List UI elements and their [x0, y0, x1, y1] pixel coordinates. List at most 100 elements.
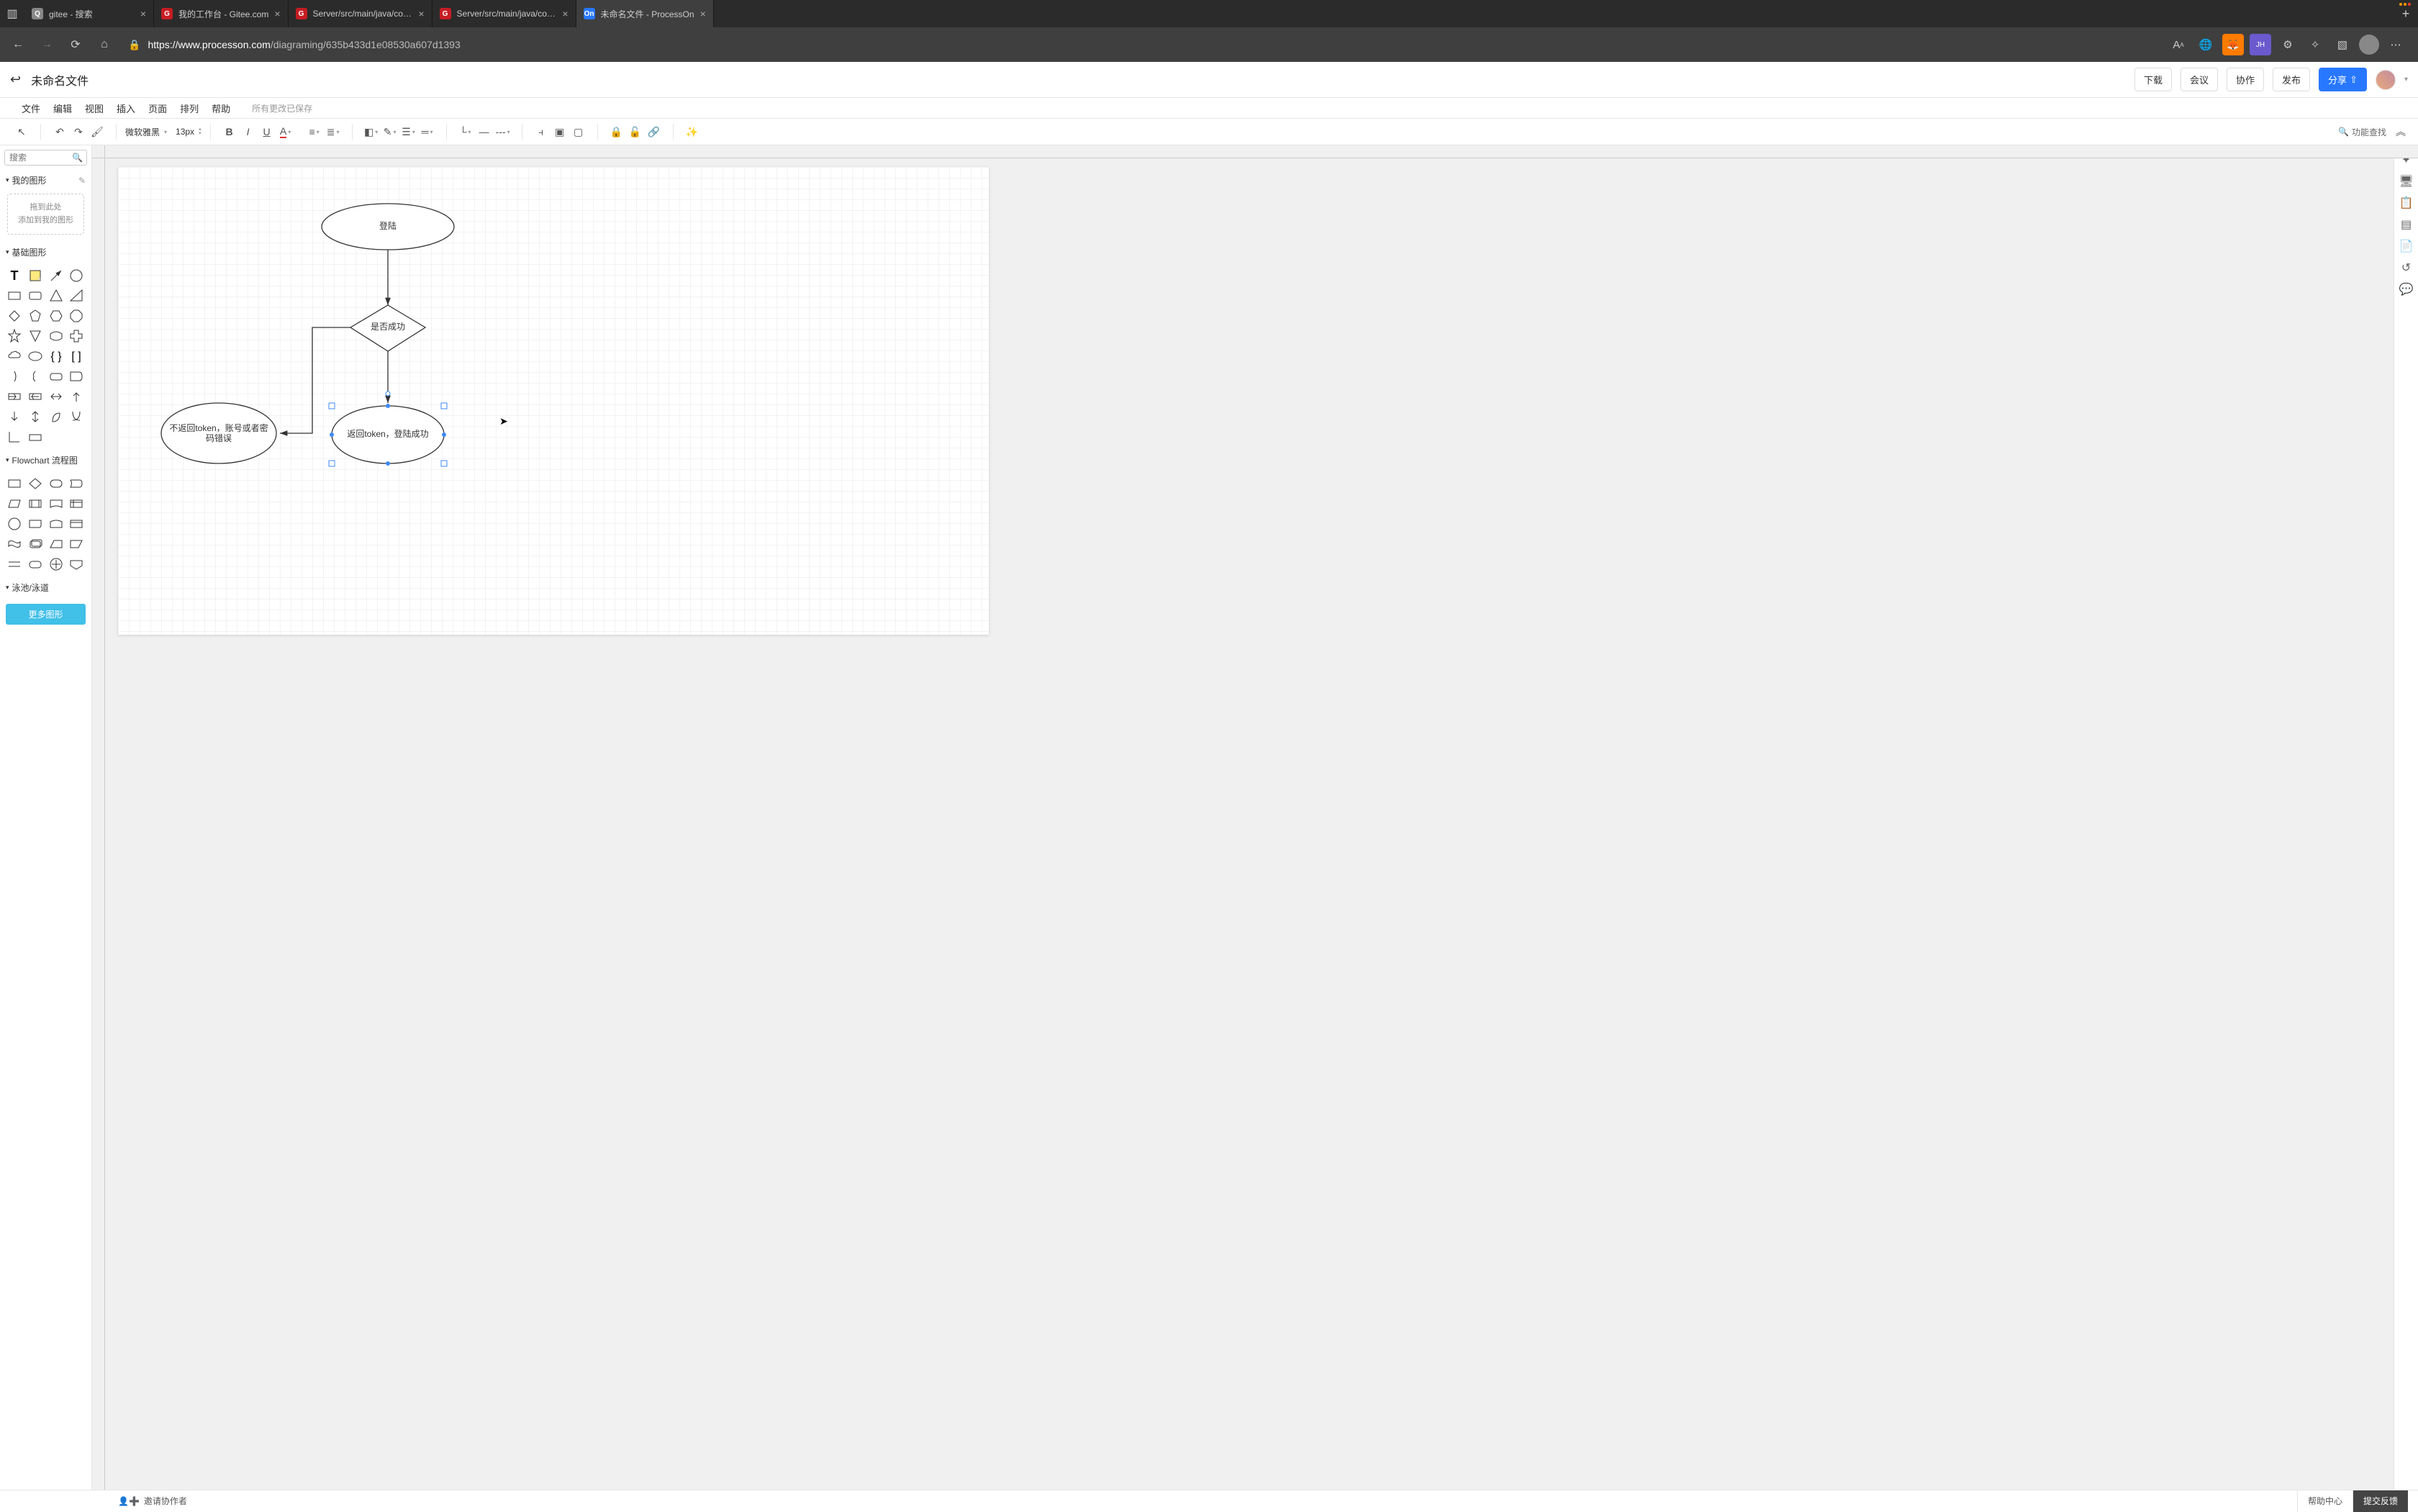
back-button[interactable]: ←: [6, 32, 30, 57]
underline-icon[interactable]: U: [258, 123, 276, 140]
my-shapes-header[interactable]: ▾ 我的图形 ✎: [0, 170, 91, 191]
browser-tab[interactable]: GServer/src/main/java/com/null…×: [289, 0, 433, 27]
unlock-icon[interactable]: 🔓: [627, 123, 644, 140]
flowchart-shape[interactable]: [6, 515, 23, 533]
basic-shape[interactable]: [27, 327, 44, 345]
user-avatar[interactable]: [2376, 70, 2396, 90]
flowchart-shape[interactable]: [6, 495, 23, 512]
flowchart-shape[interactable]: [47, 515, 65, 533]
basic-shape[interactable]: [47, 267, 65, 284]
extensions-icon[interactable]: ⚙: [2277, 34, 2299, 55]
user-menu-caret-icon[interactable]: ▾: [2404, 76, 2408, 83]
tab-close-icon[interactable]: ×: [562, 8, 568, 19]
flowchart-shape[interactable]: [27, 475, 44, 492]
flowchart-shape[interactable]: [68, 515, 85, 533]
basic-shape[interactable]: [6, 348, 23, 365]
flowchart-shape[interactable]: [27, 495, 44, 512]
basic-shape[interactable]: [27, 408, 44, 425]
font-color-icon[interactable]: A▾: [277, 123, 294, 140]
more-shapes-button[interactable]: 更多图形: [6, 604, 86, 625]
basic-shape[interactable]: [6, 388, 23, 405]
flowchart-shape[interactable]: [47, 475, 65, 492]
line-style-icon[interactable]: ═▾: [419, 123, 436, 140]
flowchart-shape[interactable]: [68, 535, 85, 553]
favorites-icon[interactable]: ✧: [2304, 34, 2326, 55]
basic-shape[interactable]: T: [6, 267, 23, 284]
menu-item[interactable]: 帮助: [212, 101, 230, 115]
bring-front-icon[interactable]: ▣: [551, 123, 569, 140]
format-painter-icon[interactable]: 🖌: [89, 123, 106, 140]
invite-collaborator-button[interactable]: 👤➕ 邀请协作者: [118, 1495, 187, 1507]
basic-shape[interactable]: [68, 368, 85, 385]
history-icon[interactable]: ↺: [2396, 258, 2417, 278]
more-icon[interactable]: ⋯: [2385, 34, 2406, 55]
connection-point[interactable]: [386, 461, 390, 466]
browser-tab[interactable]: GServer/src/main/java/com/null…×: [433, 0, 576, 27]
line-width-icon[interactable]: ☰▾: [400, 123, 417, 140]
basic-shape[interactable]: [6, 428, 23, 445]
selection-handle[interactable]: [441, 461, 447, 466]
menu-item[interactable]: 排列: [180, 101, 199, 115]
basic-shape[interactable]: [47, 368, 65, 385]
flowchart-shapes-header[interactable]: ▾ Flowchart 流程图: [0, 450, 91, 471]
basic-shape[interactable]: [47, 327, 65, 345]
lane-shapes-header[interactable]: ▾ 泳池/泳道: [0, 577, 91, 598]
menu-item[interactable]: 视图: [85, 101, 104, 115]
menu-item[interactable]: 文件: [22, 101, 40, 115]
home-button[interactable]: ⌂: [92, 32, 117, 57]
basic-shape[interactable]: { }: [47, 348, 65, 365]
basic-shapes-header[interactable]: ▾ 基础图形: [0, 242, 91, 263]
clipboard-icon[interactable]: 📋: [2396, 193, 2417, 213]
profile-avatar[interactable]: [2359, 35, 2379, 55]
tab-close-icon[interactable]: ×: [274, 8, 280, 19]
basic-shape[interactable]: [68, 307, 85, 325]
send-back-icon[interactable]: ▢: [570, 123, 587, 140]
tab-close-icon[interactable]: ×: [700, 8, 706, 19]
align-icon[interactable]: ≡▾: [306, 123, 323, 140]
connector-type-icon[interactable]: └▾: [457, 123, 474, 140]
basic-shape[interactable]: [68, 287, 85, 304]
font-family-select[interactable]: 微软雅黑▾: [122, 125, 170, 140]
menu-item[interactable]: 页面: [148, 101, 167, 115]
feature-search[interactable]: 🔍功能查找: [2338, 126, 2386, 138]
basic-shape[interactable]: [47, 287, 65, 304]
magic-icon[interactable]: ✨: [684, 123, 701, 140]
flowchart-shape[interactable]: [6, 535, 23, 553]
browser-tab[interactable]: G我的工作台 - Gitee.com×: [154, 0, 289, 27]
basic-shape[interactable]: [47, 388, 65, 405]
align-objects-icon[interactable]: ⫞: [533, 123, 550, 140]
flowchart-shape[interactable]: [47, 495, 65, 512]
ext-icon-1[interactable]: 🦊: [2222, 34, 2244, 55]
connection-point[interactable]: [442, 433, 446, 437]
flowchart-shape[interactable]: [47, 556, 65, 573]
download-button[interactable]: 下载: [2134, 68, 2172, 91]
basic-shape[interactable]: [6, 368, 23, 385]
basic-shape[interactable]: [27, 428, 44, 445]
meeting-button[interactable]: 会议: [2181, 68, 2218, 91]
link-icon[interactable]: 🔗: [646, 123, 663, 140]
basic-shape[interactable]: [6, 307, 23, 325]
flowchart-shape[interactable]: [27, 556, 44, 573]
flowchart-shape[interactable]: [27, 535, 44, 553]
tab-close-icon[interactable]: ×: [140, 8, 146, 19]
translate-icon[interactable]: 🌐: [2195, 34, 2216, 55]
menu-item[interactable]: 插入: [117, 101, 135, 115]
flowchart-shape[interactable]: [68, 556, 85, 573]
feedback-button[interactable]: 提交反馈: [2353, 1490, 2408, 1512]
my-shapes-dropzone[interactable]: 拖到此处 添加到我的图形: [7, 194, 84, 235]
flowchart-shape[interactable]: [6, 475, 23, 492]
page-icon[interactable]: 📄: [2396, 236, 2417, 256]
font-size-select[interactable]: 13px▴▾: [173, 125, 204, 138]
ext-icon-2[interactable]: JH: [2250, 34, 2271, 55]
selection-handle[interactable]: [329, 403, 335, 409]
diagram-page[interactable]: 登陆 是否成功 不返回token，账号或者密 码错误 返回token，登陆成功: [118, 167, 989, 635]
selection-handle[interactable]: [441, 403, 447, 409]
tab-close-icon[interactable]: ×: [418, 8, 424, 19]
app-back-icon[interactable]: ↩: [10, 72, 21, 87]
connection-point[interactable]: [330, 433, 334, 437]
basic-shape[interactable]: [27, 348, 44, 365]
layers-icon[interactable]: ▤: [2396, 214, 2417, 235]
cursor-tool-icon[interactable]: ↖: [13, 123, 30, 140]
new-tab-button[interactable]: +: [2394, 6, 2418, 22]
flowchart-shape[interactable]: [68, 495, 85, 512]
